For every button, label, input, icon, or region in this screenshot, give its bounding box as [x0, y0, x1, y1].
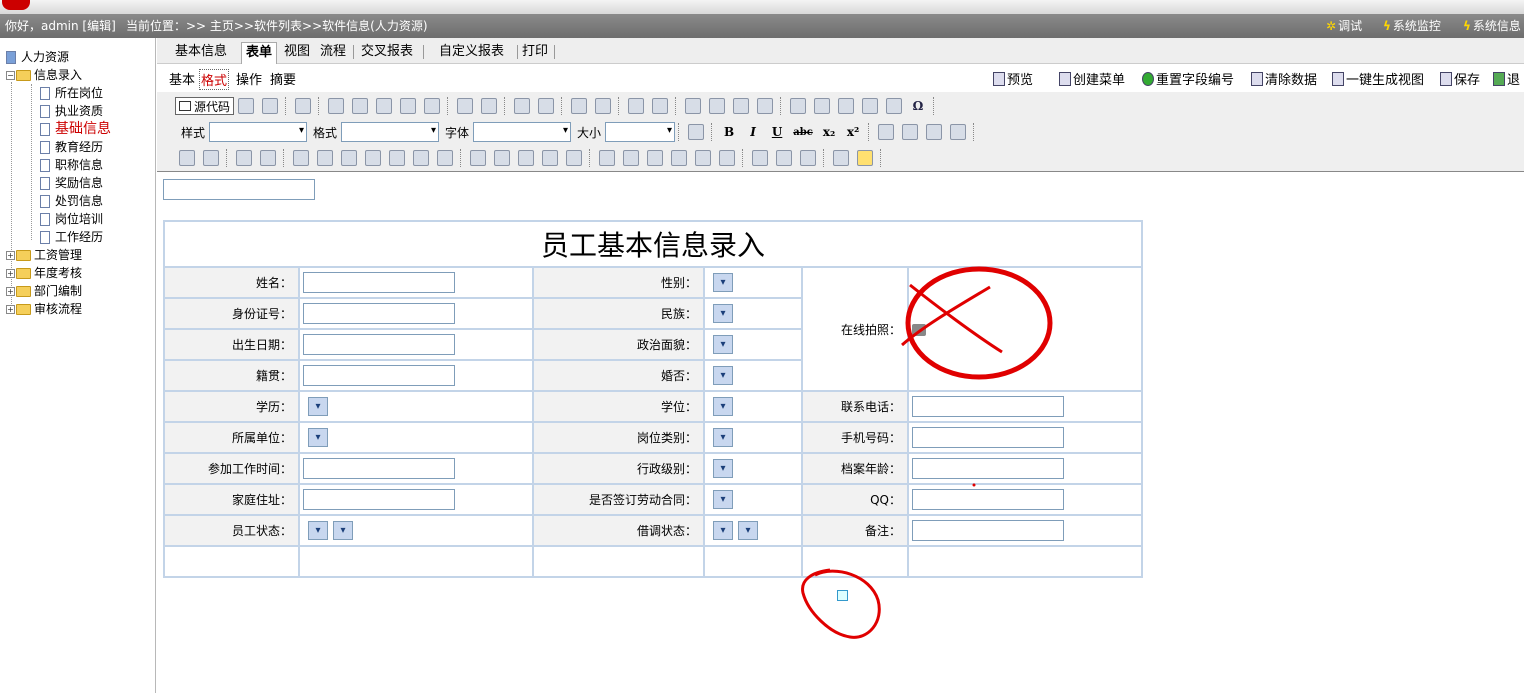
annotation-dot — [972, 483, 976, 487]
annotation-overlay — [801, 266, 1053, 639]
annotation-circle-small — [801, 568, 881, 639]
annotation-cross-stroke — [909, 283, 1003, 354]
